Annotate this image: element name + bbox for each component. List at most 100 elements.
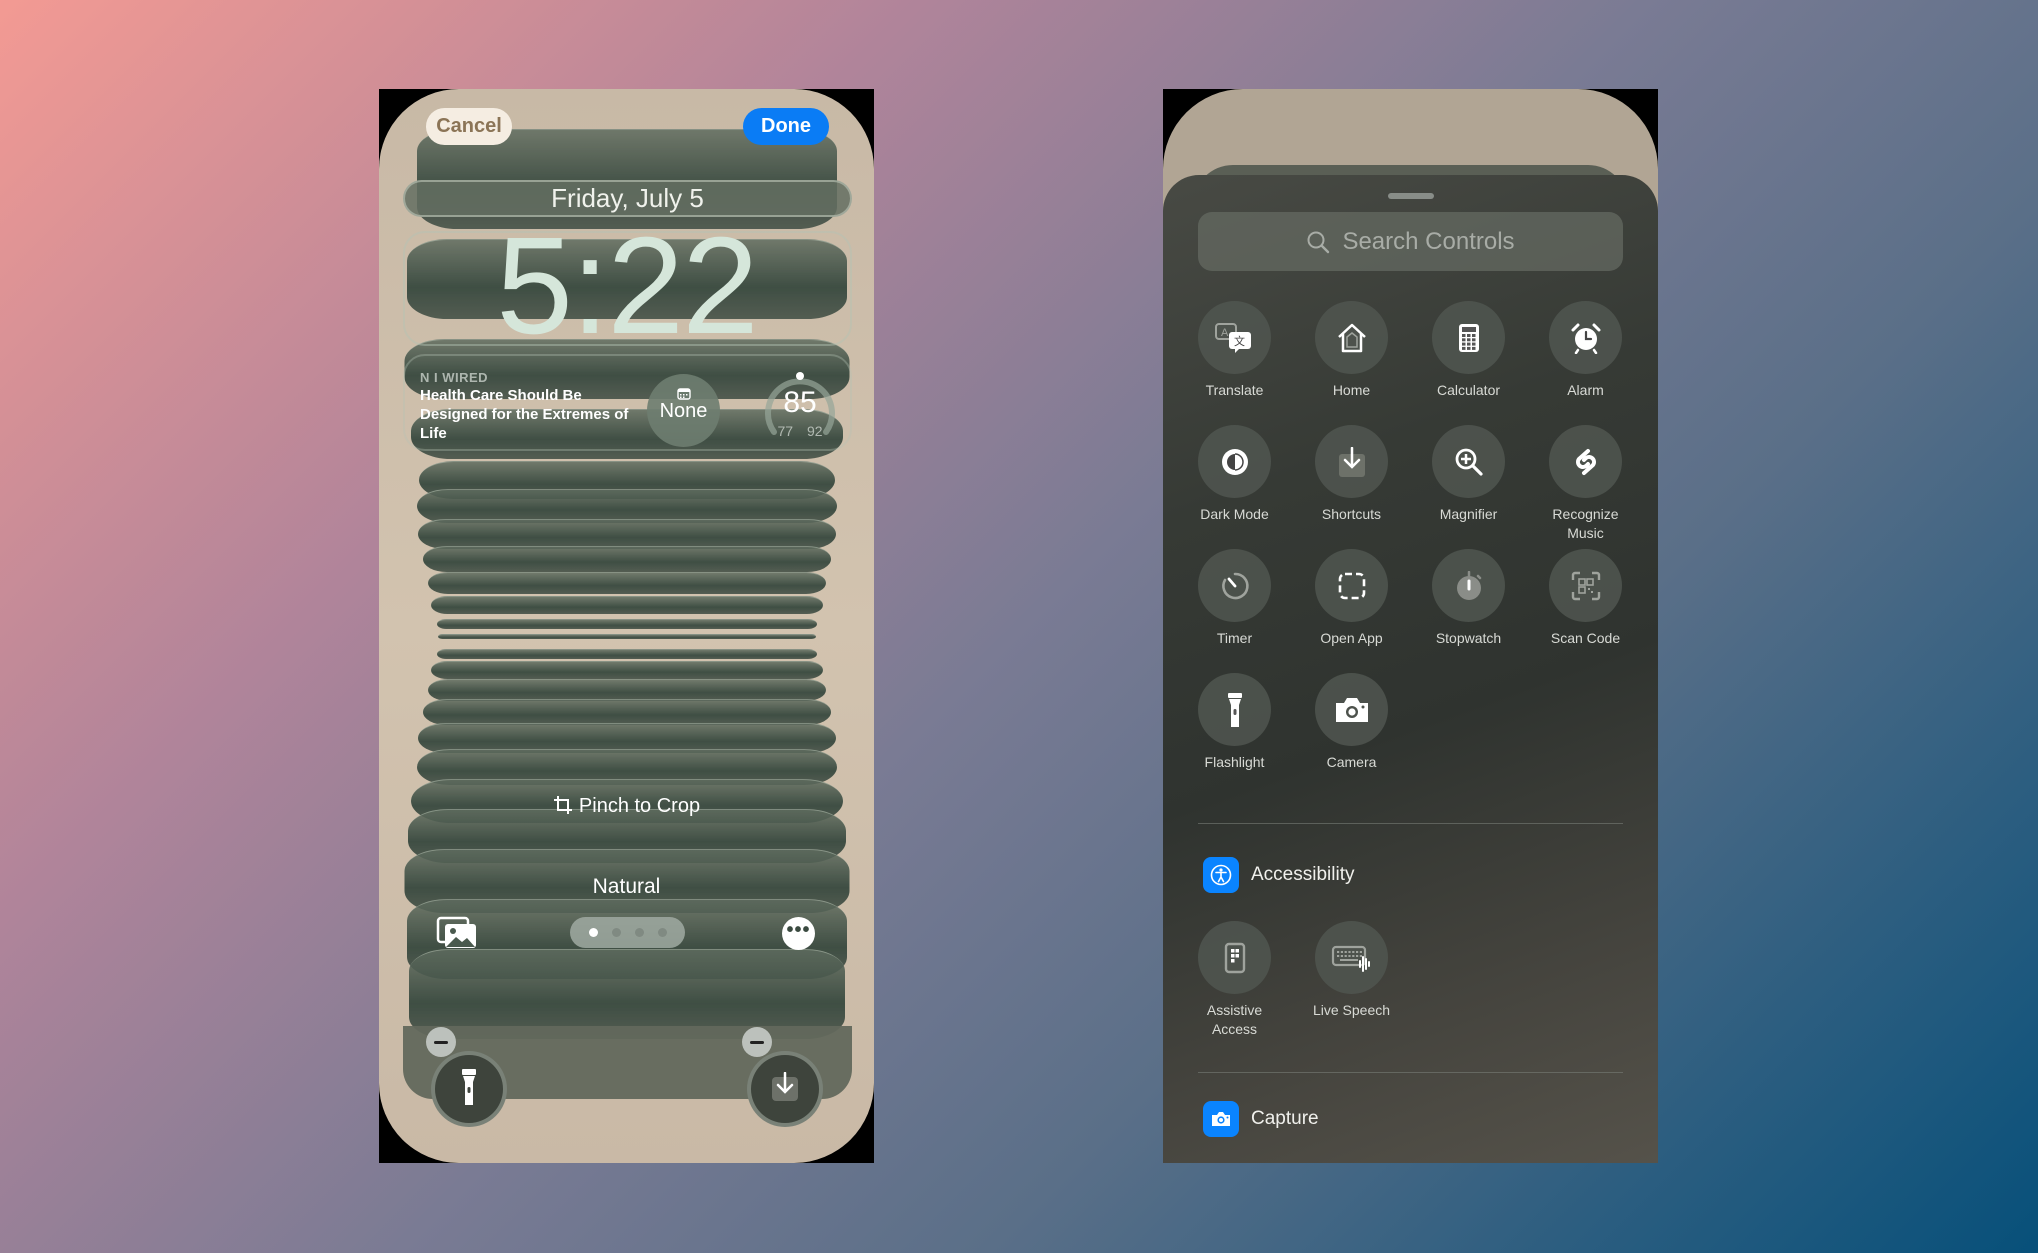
open-app-icon xyxy=(1338,572,1366,600)
control-button[interactable] xyxy=(1549,425,1622,498)
control-shortcuts[interactable]: Shortcuts xyxy=(1293,425,1410,524)
editor-bottom-bar: ••• xyxy=(379,914,874,954)
control-label: Assistive Access xyxy=(1206,1002,1263,1037)
control-button[interactable] xyxy=(1315,673,1388,746)
stopwatch-icon xyxy=(1454,570,1484,601)
control-button[interactable] xyxy=(1198,425,1271,498)
calendar-icon xyxy=(647,388,720,400)
control-button[interactable] xyxy=(1198,549,1271,622)
control-alarm[interactable]: Alarm xyxy=(1527,301,1644,400)
control-camera[interactable]: Camera xyxy=(1293,673,1410,772)
control-button[interactable] xyxy=(1432,549,1505,622)
timer-icon xyxy=(1220,571,1250,601)
control-flashlight[interactable]: Flashlight xyxy=(1176,673,1293,772)
lock-control-shortcuts[interactable] xyxy=(747,1051,823,1127)
cancel-button[interactable]: Cancel xyxy=(426,108,512,145)
control-label: Recognize Music xyxy=(1552,506,1619,541)
weather-range: 77 92 xyxy=(760,423,840,439)
control-label: Stopwatch xyxy=(1435,630,1502,646)
wallpaper-layer xyxy=(427,572,826,594)
flashlight-icon xyxy=(460,1067,478,1107)
control-button[interactable] xyxy=(1198,673,1271,746)
wallpaper-layer xyxy=(437,634,816,639)
shortcuts-icon xyxy=(1338,446,1365,477)
control-dark-mode[interactable]: Dark Mode xyxy=(1176,425,1293,524)
news-widget[interactable]: N I WIRED Health Care Should Be Designed… xyxy=(420,370,630,443)
page-dot[interactable] xyxy=(634,928,644,937)
wallpaper-layer xyxy=(430,596,823,614)
calculator-icon xyxy=(1458,323,1480,353)
done-button[interactable]: Done xyxy=(743,108,829,145)
control-label: Dark Mode xyxy=(1200,506,1269,522)
camera-icon xyxy=(1334,696,1370,724)
control-button[interactable] xyxy=(1315,921,1388,994)
home-icon xyxy=(1335,322,1369,354)
page-dot[interactable] xyxy=(611,928,621,937)
camera-icon xyxy=(1203,1101,1239,1137)
control-magnifier[interactable]: Magnifier xyxy=(1410,425,1527,524)
control-home[interactable]: Home xyxy=(1293,301,1410,400)
control-assistive-access[interactable]: Assistive Access xyxy=(1176,921,1293,1039)
page-dot[interactable] xyxy=(588,928,598,937)
control-button[interactable] xyxy=(1432,425,1505,498)
control-button[interactable] xyxy=(1549,301,1622,374)
control-label: Timer xyxy=(1216,630,1253,646)
page-dot[interactable] xyxy=(657,928,667,937)
news-source: N I WIRED xyxy=(420,370,489,385)
search-placeholder: Search Controls xyxy=(1342,228,1515,255)
weather-gauge-widget[interactable]: 85 77 92 xyxy=(760,368,840,448)
calendar-value: None xyxy=(659,400,708,422)
control-scan-code[interactable]: Scan Code xyxy=(1527,549,1644,648)
shazam-icon xyxy=(1572,447,1600,477)
control-button[interactable] xyxy=(1315,425,1388,498)
control-button[interactable] xyxy=(1432,301,1505,374)
control-button[interactable] xyxy=(1549,549,1622,622)
control-button[interactable] xyxy=(1315,549,1388,622)
control-label: Shortcuts xyxy=(1321,506,1382,522)
wallpaper-layer xyxy=(436,619,817,629)
control-label: Flashlight xyxy=(1204,754,1265,770)
lock-screen-editor: Cancel Done Friday, July 5 5:22 N I WIRE… xyxy=(379,89,874,1163)
control-label: Calculator xyxy=(1436,382,1501,398)
assistive-access-icon xyxy=(1224,942,1246,974)
news-headline: Health Care Should Be Designed for the E… xyxy=(420,387,629,442)
remove-flashlight-button[interactable] xyxy=(426,1027,456,1057)
sheet-grabber[interactable] xyxy=(1388,193,1434,199)
control-button[interactable] xyxy=(1315,301,1388,374)
photos-icon[interactable] xyxy=(436,916,478,950)
weather-low: 77 xyxy=(777,423,794,439)
more-options-icon[interactable]: ••• xyxy=(782,917,815,950)
filter-page-indicator[interactable] xyxy=(570,917,685,948)
control-open-app[interactable]: Open App xyxy=(1293,549,1410,648)
control-timer[interactable]: Timer xyxy=(1176,549,1293,648)
clock-time: 5:22 xyxy=(496,209,759,363)
control-label: Home xyxy=(1332,382,1371,398)
control-button[interactable]: A文 xyxy=(1198,301,1271,374)
search-icon xyxy=(1306,230,1330,254)
filter-name: Natural xyxy=(592,875,661,898)
weather-temperature: 85 xyxy=(783,386,817,419)
shortcuts-icon xyxy=(772,1072,798,1102)
controls-gallery-screen: Search Controls Accessibility Capture A文… xyxy=(1163,89,1658,1163)
control-button[interactable] xyxy=(1198,921,1271,994)
wallpaper-layer xyxy=(416,489,837,523)
svg-text:文: 文 xyxy=(1234,334,1245,348)
magnifier-icon xyxy=(1454,447,1484,477)
control-label: Camera xyxy=(1326,754,1377,770)
search-controls-input[interactable]: Search Controls xyxy=(1198,212,1623,271)
qr-code-icon xyxy=(1571,571,1601,601)
lock-control-flashlight[interactable] xyxy=(431,1051,507,1127)
control-translate[interactable]: A 文 Translate xyxy=(1176,301,1293,400)
wallpaper-layer xyxy=(422,699,831,725)
translate-icon: A文 xyxy=(1214,322,1255,354)
svg-text:A: A xyxy=(1221,327,1229,339)
crop-hint-text: Pinch to Crop xyxy=(578,795,701,817)
control-calculator[interactable]: Calculator xyxy=(1410,301,1527,400)
control-label: Scan Code xyxy=(1550,630,1621,646)
calendar-widget[interactable]: None xyxy=(647,374,720,447)
control-live-speech[interactable]: Live Speech xyxy=(1293,921,1410,1020)
control-stopwatch[interactable]: Stopwatch xyxy=(1410,549,1527,648)
control-recognize-music[interactable]: Recognize Music xyxy=(1527,425,1644,543)
pinch-to-crop-hint: Pinch to Crop xyxy=(379,795,874,818)
remove-shortcuts-button[interactable] xyxy=(742,1027,772,1057)
